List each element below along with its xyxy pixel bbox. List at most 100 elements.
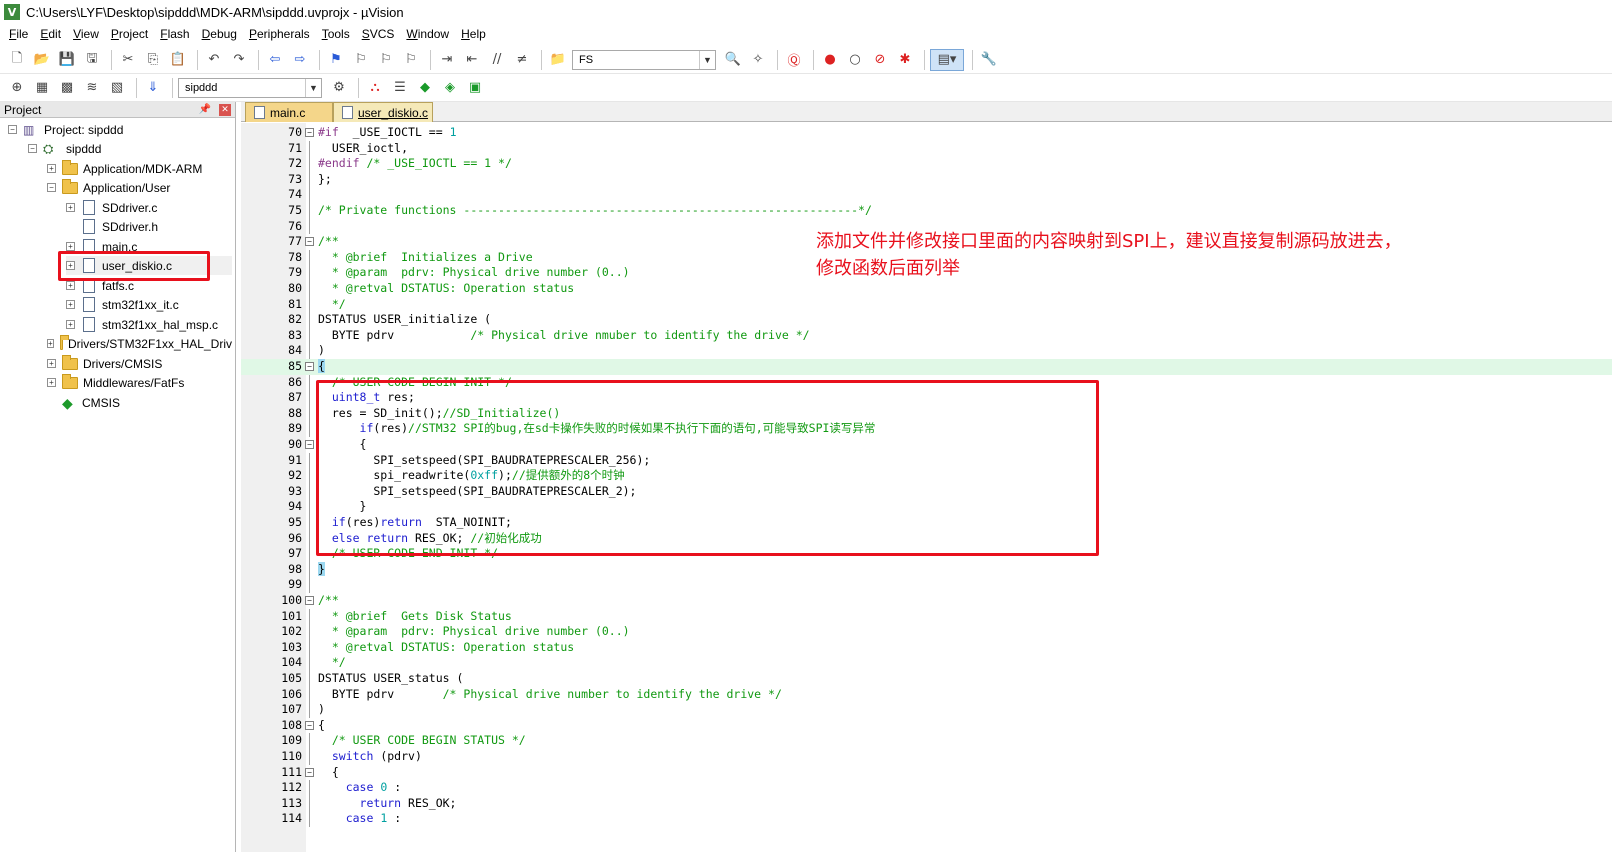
expand-toggle-icon[interactable]: + [47,339,54,348]
code-line[interactable]: 106 BYTE pdrv /* Physical drive number t… [241,686,1612,703]
uncomment-icon[interactable]: ≠ [511,49,533,71]
expand-toggle-icon[interactable]: + [66,320,75,329]
tree-item-file[interactable]: SDdriver.h [66,217,158,236]
tree-item-folder[interactable]: + Middlewares/FatFs [47,373,184,392]
fold-toggle-icon[interactable]: − [305,720,314,730]
cut-icon[interactable]: ✂ [117,49,139,71]
code-line[interactable]: 80 * @retval DSTATUS: Operation status [241,281,1612,297]
bookmark-next-icon[interactable]: ⚐ [375,49,397,71]
menu-window[interactable]: Window [401,27,456,41]
code-line[interactable]: 105 DSTATUS USER_status ( [241,671,1612,687]
expand-toggle-icon[interactable]: + [66,300,75,309]
target-select[interactable]: sipddd ▼ [178,77,322,98]
expand-toggle-icon[interactable]: + [47,164,56,173]
code-line[interactable]: 72 #endif /* _USE_IOCTL == 1 */ [241,156,1612,172]
expand-toggle-icon[interactable]: + [47,378,56,387]
bookmark-clear-icon[interactable]: ⚐ [400,49,422,71]
menu-debug[interactable]: Debug [197,27,244,41]
code-line[interactable]: 73}; [241,171,1612,188]
find-combo[interactable]: FS ▼ [572,49,716,70]
code-line[interactable]: 101 * @brief Gets Disk Status [241,608,1612,625]
code-line[interactable]: 99 [241,577,1612,593]
target-options-icon[interactable]: ⚙ [328,77,350,99]
expand-toggle-icon[interactable]: + [66,242,75,251]
select-packs-icon[interactable]: ◆ [414,77,436,99]
fold-toggle-icon[interactable]: − [305,767,314,777]
menu-svcs[interactable]: SVCS [357,27,402,41]
start-debug-icon[interactable]: Ⓠ [783,49,805,71]
code-line[interactable]: 81 */ [241,296,1612,313]
rebuild-icon[interactable]: ▩ [56,77,78,99]
code-line[interactable]: 107) [241,702,1612,718]
chevron-down-icon[interactable]: ▼ [305,78,321,97]
configure-wrench-icon[interactable]: 🔧 [978,49,1000,71]
navigate-back-icon[interactable]: ⇦ [264,49,286,71]
incremental-find-icon[interactable]: 🔍 [722,49,744,71]
batch-build-icon[interactable]: ≋ [81,77,103,99]
menu-help[interactable]: Help [456,27,493,41]
code-line[interactable]: 102 * @param pdrv: Physical drive number… [241,624,1612,640]
expand-toggle-icon[interactable]: + [47,359,56,368]
open-folder-icon[interactable]: 📂 [31,49,53,71]
code-line[interactable]: 83 BYTE pdrv /* Physical drive nmuber to… [241,327,1612,344]
code-line[interactable]: 104 */ [241,655,1612,671]
pack-installer-icon[interactable]: ▣ [464,77,486,99]
code-line[interactable]: 109 /* USER CODE BEGIN STATUS */ [241,733,1612,749]
tree-item-folder[interactable]: − Application/User [47,178,170,197]
code-line[interactable]: 108−{ [241,718,1612,734]
fold-toggle-icon[interactable]: − [305,128,314,137]
close-icon[interactable]: ✕ [219,103,231,116]
tree-item-component[interactable]: ◆ CMSIS [47,393,120,412]
menu-flash[interactable]: Flash [155,27,196,41]
paste-icon[interactable]: 📋 [167,49,189,71]
code-line[interactable]: 100−/** [241,593,1612,609]
kill-breakpoints-icon[interactable]: ✱ [894,49,916,71]
tree-item-file[interactable]: + stm32f1xx_hal_msp.c [66,315,218,334]
insert-breakpoint-icon[interactable]: ● [819,49,841,71]
collapse-toggle-icon[interactable]: − [28,144,37,153]
tree-item-project-root[interactable]: − ▥ Project: sipddd [8,120,123,139]
code-line[interactable]: 85−{ [241,359,1612,375]
code-line[interactable]: 75 /* Private functions -----------------… [241,203,1612,219]
tree-item-folder[interactable]: + Drivers/STM32F1xx_HAL_Driv [47,334,232,353]
code-line[interactable]: 111− { [241,765,1612,781]
menu-tools[interactable]: Tools [317,27,357,41]
save-icon[interactable]: 💾 [56,49,78,71]
tree-item-file[interactable]: + SDdriver.c [66,198,157,217]
enable-breakpoint-icon[interactable]: ○ [844,49,866,71]
navigate-forward-icon[interactable]: ⇨ [289,49,311,71]
code-line[interactable]: 70− #if _USE_IOCTL == 1 [241,125,1612,141]
menu-edit[interactable]: Edit [35,27,68,41]
code-line[interactable]: 110 switch (pdrv) [241,749,1612,765]
bookmark-toggle-icon[interactable]: ⚑ [325,49,347,71]
find-in-files-icon[interactable]: 📁 [547,49,569,71]
copy-icon[interactable]: ⎘ [142,49,164,71]
menu-file[interactable]: File [4,27,35,41]
tree-item-folder[interactable]: + Application/MDK-ARM [47,159,202,178]
manage-components-icon[interactable]: ☰ [389,77,411,99]
download-load-icon[interactable]: ⇓ [142,77,164,99]
new-file-icon[interactable]: 🗋 [6,49,28,71]
code-line[interactable]: 98} [241,561,1612,578]
disable-breakpoints-icon[interactable]: ⊘ [869,49,891,71]
bookmark-prev-icon[interactable]: ⚐ [350,49,372,71]
debug-session-icon[interactable]: ✧ [747,49,769,71]
tree-item-target[interactable]: − ⛭ sipddd [28,139,101,158]
comment-icon[interactable]: // [486,49,508,71]
code-line[interactable]: 84) [241,343,1612,359]
fold-toggle-icon[interactable]: − [305,440,314,449]
save-all-icon[interactable]: 🖫 [81,49,103,71]
expand-toggle-icon[interactable]: + [66,281,75,290]
chevron-down-icon[interactable]: ▼ [699,50,715,69]
tree-item-folder[interactable]: + Drivers/CMSIS [47,354,162,373]
menu-project[interactable]: Project [106,27,155,41]
indent-icon[interactable]: ⇥ [436,49,458,71]
code-line[interactable]: 114 case 1 : [241,811,1612,827]
tree-item-file[interactable]: + stm32f1xx_it.c [66,295,179,314]
expand-toggle-icon[interactable]: + [66,203,75,212]
fold-toggle-icon[interactable]: − [305,362,314,371]
code-line[interactable]: 112 case 0 : [241,780,1612,796]
menu-view[interactable]: View [68,27,106,41]
undo-icon[interactable]: ↶ [203,49,225,71]
tab-main-c[interactable]: main.c [245,102,333,122]
